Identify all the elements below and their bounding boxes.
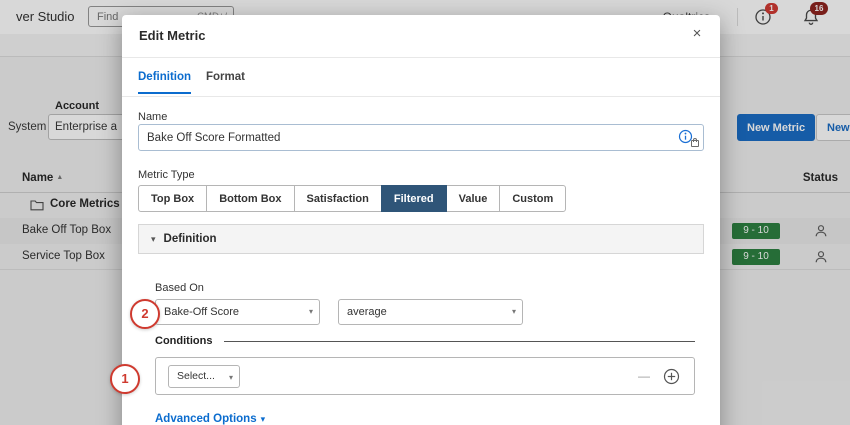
chevron-down-icon: ▾ bbox=[261, 414, 266, 424]
tabs-divider bbox=[122, 96, 720, 97]
metric-type-custom[interactable]: Custom bbox=[499, 185, 566, 212]
aggregation-value: average bbox=[347, 306, 387, 318]
aggregation-select[interactable]: average ▾ bbox=[338, 299, 523, 325]
conditions-label: Conditions bbox=[155, 335, 212, 347]
add-condition-icon[interactable] bbox=[663, 368, 680, 388]
name-field-label: Name bbox=[138, 111, 167, 123]
close-icon[interactable]: × bbox=[686, 23, 708, 45]
lock-icon bbox=[691, 140, 699, 147]
metric-type-value[interactable]: Value bbox=[446, 185, 501, 212]
metric-name-input[interactable] bbox=[138, 124, 704, 151]
advanced-options-label: Advanced Options bbox=[155, 413, 257, 425]
advanced-options-link[interactable]: Advanced Options ▾ bbox=[155, 413, 265, 425]
definition-section-label: Definition bbox=[164, 233, 217, 245]
metric-type-label: Metric Type bbox=[138, 169, 195, 181]
chevron-down-icon: ▾ bbox=[229, 366, 233, 388]
app-screen: ver Studio CMD+/ Qualtrics 1 16 Account … bbox=[0, 0, 850, 425]
chevron-down-icon: ▾ bbox=[151, 234, 156, 244]
condition-select-value: Select... bbox=[177, 370, 215, 382]
metric-type-top-box[interactable]: Top Box bbox=[138, 185, 207, 212]
translation-lock-icon[interactable] bbox=[678, 129, 698, 146]
annotation-step-2: 2 bbox=[130, 299, 160, 329]
chevron-down-icon: ▾ bbox=[309, 300, 313, 324]
conditions-divider bbox=[224, 341, 695, 342]
annotation-step-1: 1 bbox=[110, 364, 140, 394]
tab-format[interactable]: Format bbox=[206, 71, 245, 92]
based-on-select[interactable]: Bake-Off Score ▾ bbox=[155, 299, 320, 325]
based-on-value: Bake-Off Score bbox=[164, 306, 239, 318]
tab-definition[interactable]: Definition bbox=[138, 71, 191, 94]
condition-row: Select... ▾ — bbox=[155, 357, 695, 395]
metric-type-bottom-box[interactable]: Bottom Box bbox=[206, 185, 294, 212]
remove-condition-icon[interactable]: — bbox=[638, 369, 650, 383]
edit-metric-modal: Edit Metric × Definition Format Name Met… bbox=[122, 15, 720, 425]
metric-type-button-group: Top Box Bottom Box Satisfaction Filtered… bbox=[138, 185, 566, 212]
chevron-down-icon: ▾ bbox=[512, 300, 516, 324]
condition-select[interactable]: Select... ▾ bbox=[168, 365, 240, 388]
modal-title: Edit Metric bbox=[139, 28, 205, 43]
based-on-label: Based On bbox=[155, 282, 204, 294]
modal-header-divider bbox=[122, 57, 720, 58]
metric-type-filtered[interactable]: Filtered bbox=[381, 185, 447, 212]
metric-type-satisfaction[interactable]: Satisfaction bbox=[294, 185, 382, 212]
definition-section-header[interactable]: ▾ Definition bbox=[138, 224, 704, 254]
